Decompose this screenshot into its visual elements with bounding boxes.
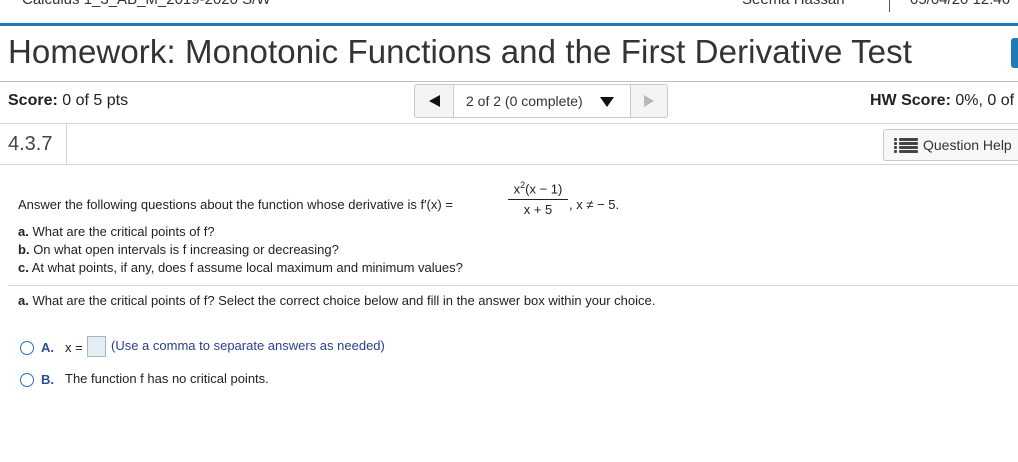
question-help-label: Question Help — [923, 137, 1012, 153]
hw-score-label: HW Score: — [870, 92, 951, 109]
radio-a[interactable] — [20, 341, 34, 355]
top-separator — [889, 0, 890, 12]
answer-hint: (Use a comma to separate answers as need… — [111, 338, 385, 353]
radio-b[interactable] — [20, 373, 34, 387]
score-value: 0 of 5 pts — [62, 92, 129, 109]
choice-b[interactable]: B. The function f has no critical points… — [20, 371, 310, 389]
divider — [8, 285, 1018, 286]
fraction-numerator: x2(x − 1) — [513, 180, 563, 197]
question-part-a: a. What are the critical points of f? — [18, 224, 215, 239]
vertical-divider — [66, 124, 67, 164]
question-part-c: c. At what points, if any, does f assume… — [18, 260, 463, 275]
fraction-denominator: x + 5 — [523, 202, 553, 217]
divider — [0, 123, 1018, 124]
question-help-button[interactable]: Question Help — [883, 129, 1018, 161]
question-number: 4.3.7 — [8, 133, 53, 155]
fraction-bar — [508, 199, 568, 200]
question-position: 2 of 2 (0 complete) — [466, 93, 583, 109]
hw-score-display: HW Score: 0%, 0 of — [870, 92, 1014, 110]
accent-bar — [0, 23, 1018, 26]
divider — [0, 81, 1018, 82]
date-time: 05/04/20 12:46 — [910, 0, 1010, 8]
question-part-b: b. On what open intervals is f increasin… — [18, 242, 339, 257]
question-prompt: Answer the following questions about the… — [18, 197, 453, 212]
save-button[interactable] — [1011, 38, 1018, 68]
domain-condition: , x ≠ − 5. — [569, 197, 620, 212]
course-title: Calculus 1_3_AB_M_2019-2020 S/W — [22, 0, 270, 8]
question-navigator: 2 of 2 (0 complete) — [414, 84, 668, 118]
question-selector-dropdown[interactable]: 2 of 2 (0 complete) — [453, 85, 631, 117]
next-question-icon[interactable] — [630, 85, 667, 117]
user-name: Seema Hassan — [742, 0, 845, 8]
part-a-instruction: a. What are the critical points of f? Se… — [18, 293, 656, 308]
page-title: Homework: Monotonic Functions and the Fi… — [8, 33, 912, 70]
choice-a-prefix: x = — [65, 340, 83, 355]
divider — [0, 164, 1018, 165]
choice-b-text: The function f has no critical points. — [65, 371, 269, 386]
top-strip: Calculus 1_3_AB_M_2019-2020 S/W Seema Ha… — [0, 0, 1018, 24]
choice-b-letter: B. — [41, 372, 54, 387]
caret-down-icon — [600, 97, 614, 107]
choice-a-letter: A. — [41, 340, 54, 355]
score-label: Score: — [8, 92, 58, 109]
previous-question-icon[interactable] — [415, 85, 453, 117]
score-display: Score: 0 of 5 pts — [8, 92, 128, 110]
list-icon — [894, 138, 918, 153]
answer-input[interactable] — [87, 336, 106, 357]
hw-score-value: 0%, 0 of — [955, 92, 1015, 109]
